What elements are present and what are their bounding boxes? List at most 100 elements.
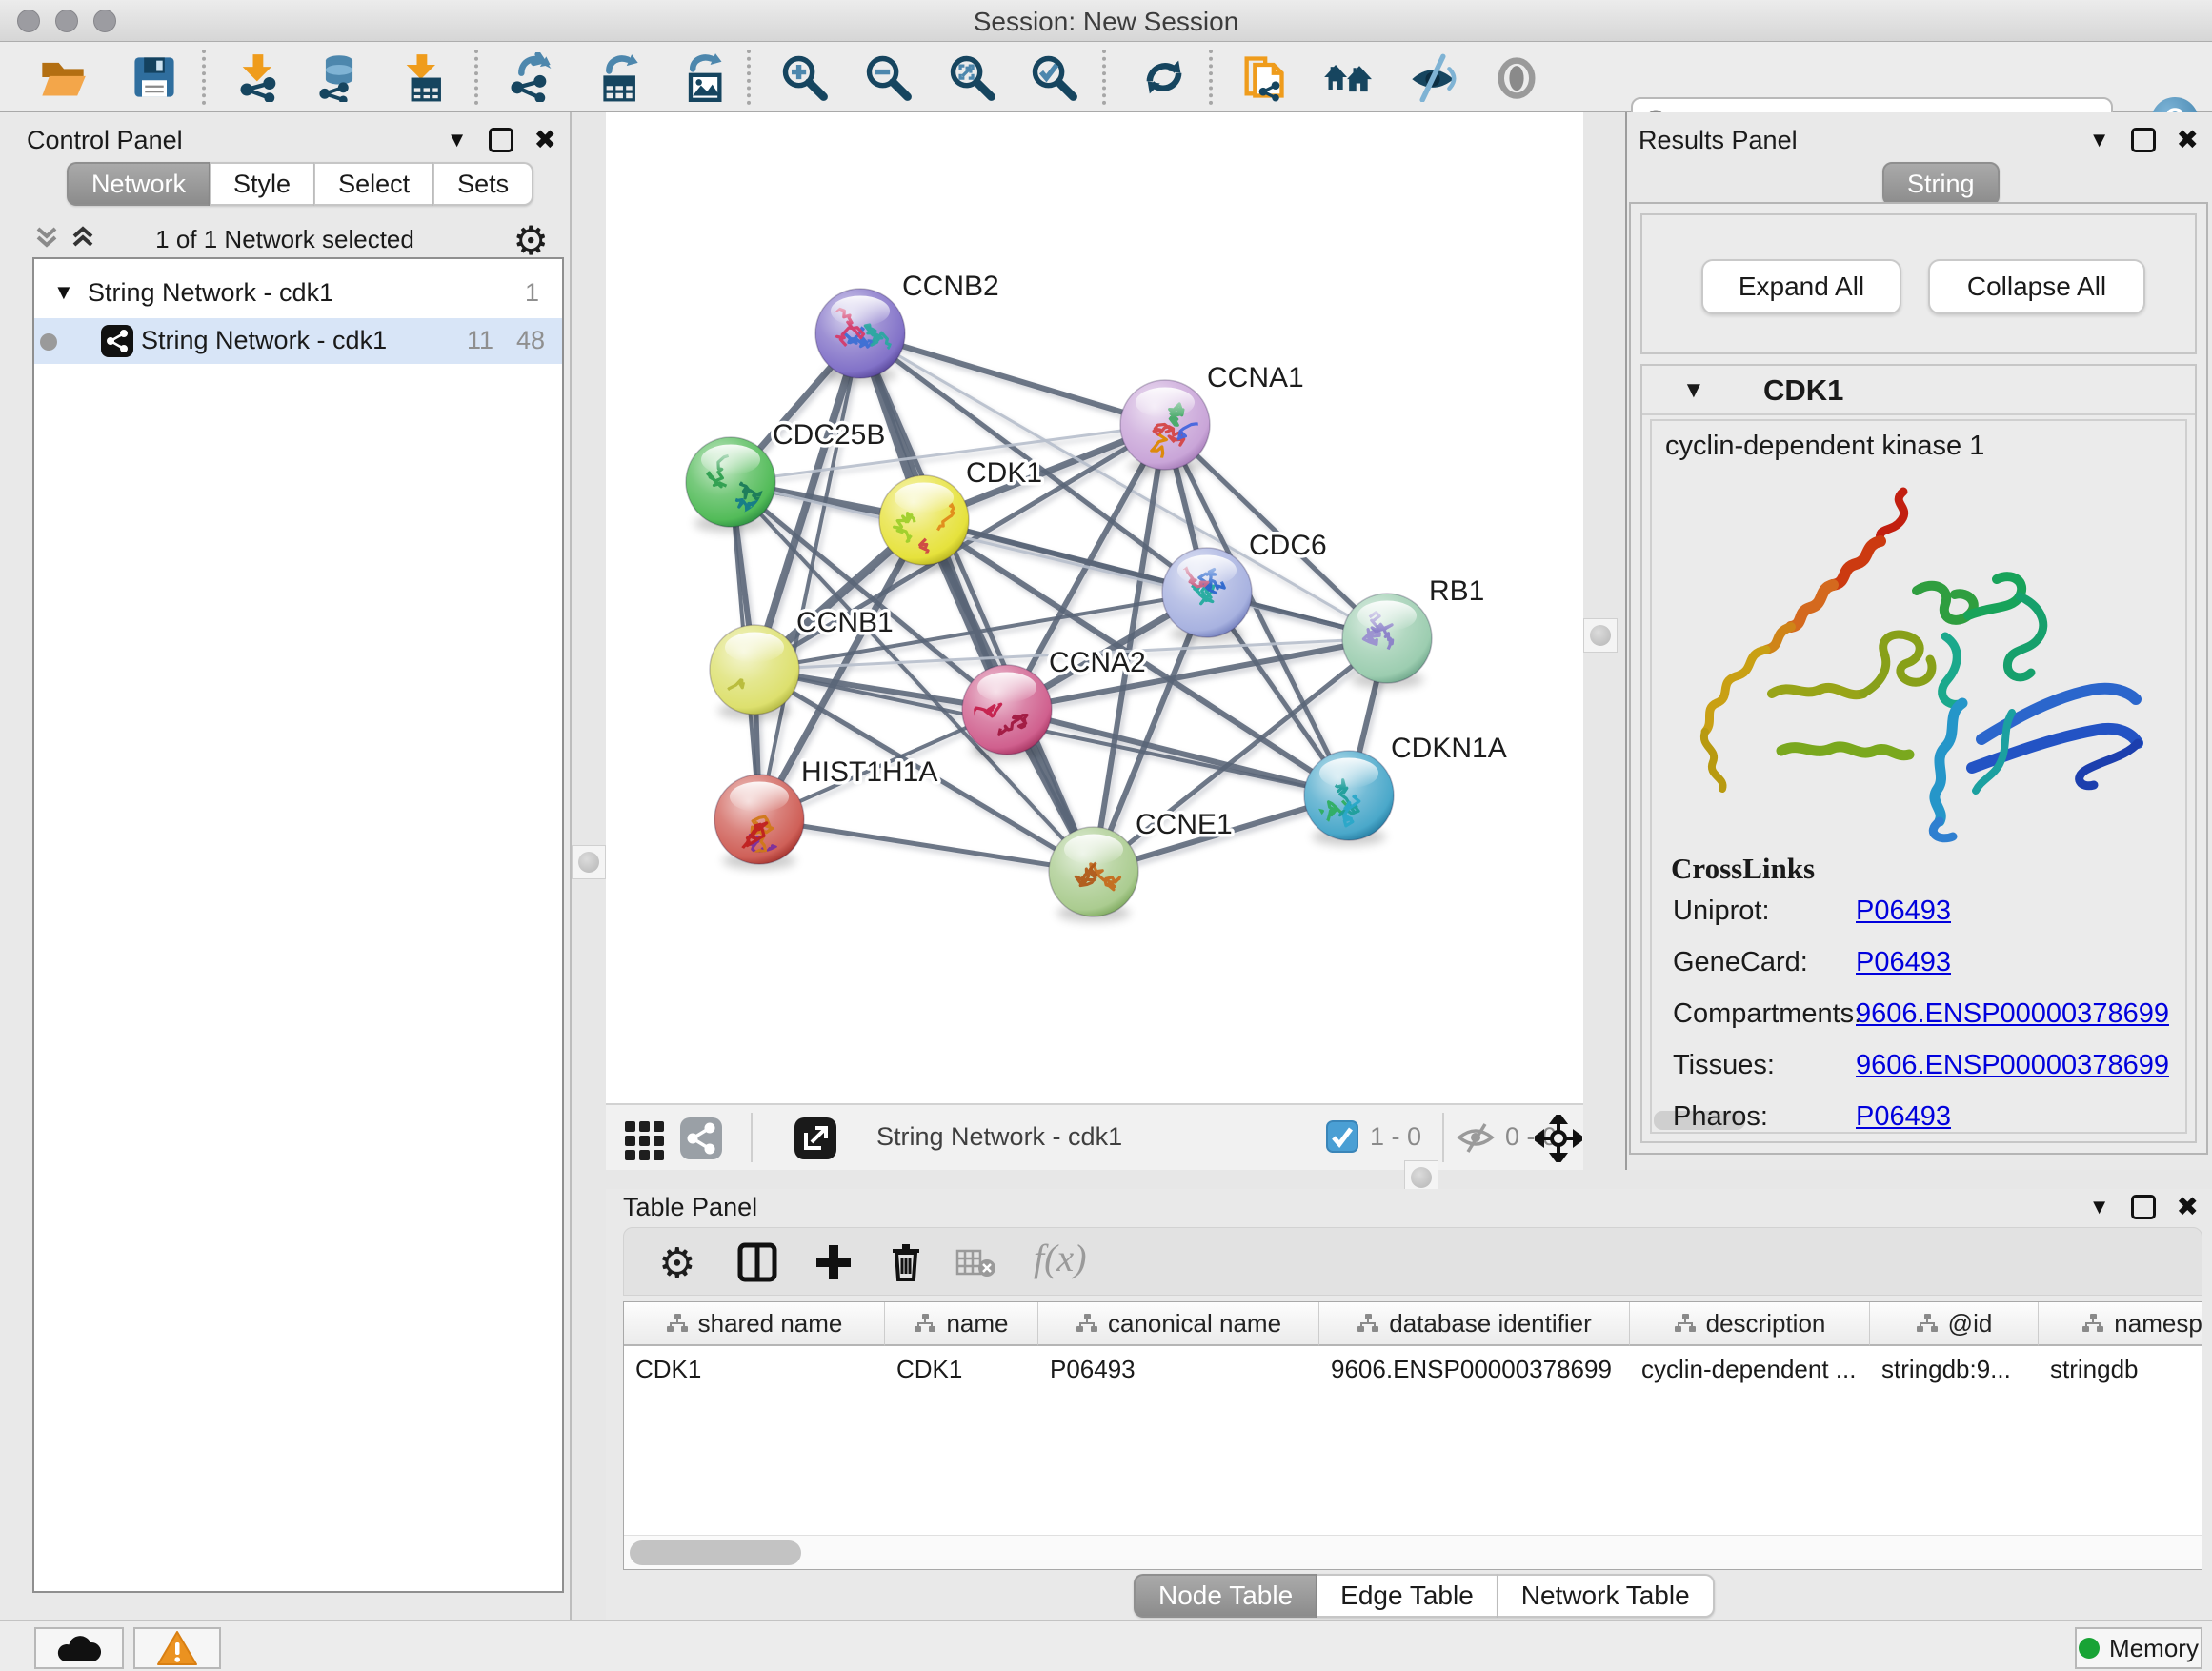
crosslink-label: Compartments: <box>1673 998 1861 1030</box>
column-header-shared-name[interactable]: shared name <box>624 1302 885 1346</box>
crosslink-link[interactable]: 9606.ENSP00000378699 <box>1856 1050 2169 1081</box>
network-view[interactable]: CCNB2CCNA1CDC25BCDK1CDC6RB1CCNB1CCNA2CDK… <box>606 112 1583 1170</box>
results-panel-title: Results Panel <box>1639 126 1798 155</box>
toolbar-separator <box>474 50 478 105</box>
table-cell[interactable]: CDK1 <box>885 1348 1038 1390</box>
control-panel-tabs: NetworkStyleSelectSets <box>67 162 533 206</box>
columns-icon[interactable] <box>734 1239 780 1290</box>
tab-sets[interactable]: Sets <box>433 162 533 206</box>
zoom-in-icon[interactable] <box>779 52 829 102</box>
toolbar-separator <box>1102 50 1106 105</box>
tab-edge-table[interactable]: Edge Table <box>1317 1574 1498 1618</box>
string-share-icon[interactable] <box>678 1116 724 1166</box>
open-external-icon[interactable] <box>793 1116 838 1166</box>
add-icon[interactable] <box>811 1239 856 1290</box>
results-panel: Results Panel ▼ ✖ String Expand All Coll… <box>1625 112 2212 1183</box>
export-table-icon[interactable] <box>593 52 642 102</box>
gear-icon[interactable]: ⚙ <box>658 1239 695 1288</box>
export-network-icon[interactable] <box>505 52 554 102</box>
float-panel-icon[interactable] <box>489 128 513 152</box>
crosslink-link[interactable]: P06493 <box>1856 896 1951 927</box>
table-cell[interactable]: P06493 <box>1038 1348 1319 1390</box>
tab-style[interactable]: Style <box>210 162 314 206</box>
table-menu-icon[interactable]: ▼ <box>2089 1195 2110 1219</box>
column-header-database-identifier[interactable]: database identifier <box>1319 1302 1630 1346</box>
import-table-icon[interactable] <box>398 52 448 102</box>
table-hscrollbar-thumb[interactable] <box>630 1540 801 1565</box>
current-network-dot <box>40 333 57 351</box>
zoom-out-icon[interactable] <box>863 52 913 102</box>
table-cell[interactable]: 9606.ENSP00000378699 <box>1319 1348 1630 1390</box>
expand-all-button[interactable]: Expand All <box>1701 259 1901 314</box>
column-header-namespace[interactable]: namespace <box>2039 1302 2202 1346</box>
export-image-icon[interactable] <box>678 52 728 102</box>
network-graph[interactable]: CCNB2CCNA1CDC25BCDK1CDC6RB1CCNB1CCNA2CDK… <box>606 112 1583 1103</box>
crosslink-link[interactable]: 9606.ENSP00000378699 <box>1856 998 2169 1030</box>
network-collection-row[interactable]: ▼ String Network - cdk1 1 <box>34 271 562 316</box>
open-folder-icon[interactable] <box>38 52 88 102</box>
table-cell[interactable]: stringdb:9... <box>1870 1348 2039 1390</box>
protein-structure-image <box>1677 465 2172 851</box>
warnings-button[interactable] <box>133 1627 221 1669</box>
protein-header[interactable]: ▼ CDK1 <box>1642 366 2195 415</box>
cloud-button[interactable] <box>34 1627 124 1669</box>
zoom-fit-icon[interactable] <box>947 52 996 102</box>
results-close-icon[interactable]: ✖ <box>2177 124 2199 155</box>
column-header-@id[interactable]: @id <box>1870 1302 2039 1346</box>
table-cell[interactable]: stringdb <box>2039 1348 2202 1390</box>
clone-network-icon[interactable] <box>1238 52 1288 102</box>
column-header-canonical-name[interactable]: canonical name <box>1038 1302 1319 1346</box>
zoom-selected-icon[interactable] <box>1029 52 1078 102</box>
refresh-icon[interactable] <box>1139 52 1189 102</box>
window-title: Session: New Session <box>0 7 2212 37</box>
node-label-cdk1: CDK1 <box>966 457 1042 489</box>
save-icon[interactable] <box>130 52 179 102</box>
protein-expand-icon[interactable]: ▼ <box>1682 377 1705 404</box>
column-header-description[interactable]: description <box>1630 1302 1870 1346</box>
table-float-icon[interactable] <box>2131 1195 2156 1219</box>
tab-string[interactable]: String <box>1882 162 2000 206</box>
table-cell[interactable]: CDK1 <box>624 1348 885 1390</box>
results-float-icon[interactable] <box>2131 128 2156 152</box>
panel-menu-icon[interactable]: ▼ <box>447 128 468 152</box>
import-network-icon[interactable] <box>234 52 284 102</box>
network-canvas[interactable]: CCNB2CCNA1CDC25BCDK1CDC6RB1CCNB1CCNA2CDK… <box>606 112 1583 1103</box>
close-panel-icon[interactable]: ✖ <box>534 124 556 155</box>
memory-button[interactable]: Memory <box>2075 1627 2202 1669</box>
tab-select[interactable]: Select <box>314 162 433 206</box>
node-label-cdkn1a: CDKN1A <box>1391 733 1507 764</box>
left-splitter-handle[interactable] <box>572 845 606 879</box>
collapse-all-button[interactable]: Collapse All <box>1928 259 2145 314</box>
column-header-name[interactable]: name <box>885 1302 1038 1346</box>
right-splitter[interactable] <box>1583 112 1625 1183</box>
selected-checkbox-icon[interactable] <box>1326 1120 1358 1158</box>
table-panel: Table Panel ▼ ✖ ⚙ f(x) shared namenameca… <box>606 1189 2212 1620</box>
delete-icon[interactable] <box>883 1239 929 1290</box>
birdseye-grid-icon[interactable] <box>621 1116 667 1166</box>
tab-node-table[interactable]: Node Table <box>1134 1574 1317 1618</box>
tab-network[interactable]: Network <box>67 162 210 206</box>
hide-icon[interactable] <box>1408 52 1458 102</box>
protein-name: CDK1 <box>1763 373 1843 408</box>
collection-expand-icon[interactable]: ▼ <box>53 280 74 305</box>
main-toolbar: ? <box>0 42 2212 112</box>
control-panel: Control Panel ▼ ✖ NetworkStyleSelectSets… <box>0 112 570 1620</box>
right-splitter-handle[interactable] <box>1583 618 1618 653</box>
crosslink-link[interactable]: P06493 <box>1856 1101 1951 1133</box>
tab-network-table[interactable]: Network Table <box>1498 1574 1715 1618</box>
table-cell[interactable]: cyclin-dependent ... <box>1630 1348 1870 1390</box>
table-close-icon[interactable]: ✖ <box>2177 1191 2199 1222</box>
table-hscrollbar[interactable] <box>624 1535 2202 1569</box>
left-splitter[interactable] <box>570 112 606 1620</box>
table-panel-title: Table Panel <box>623 1193 757 1222</box>
node-label-cdc25b: CDC25B <box>773 419 885 451</box>
results-menu-icon[interactable]: ▼ <box>2089 128 2110 152</box>
homes-icon[interactable] <box>1322 52 1372 102</box>
horizontal-splitter[interactable] <box>606 1170 2212 1189</box>
show-icon[interactable] <box>1492 52 1541 102</box>
network-row-selected[interactable]: String Network - cdk1 11 48 <box>34 318 562 364</box>
move-crosshair-icon[interactable] <box>1535 1115 1582 1167</box>
crosslink-link[interactable]: P06493 <box>1856 947 1951 978</box>
import-database-icon[interactable] <box>314 52 364 102</box>
table-toolbar: ⚙ f(x) <box>623 1227 2202 1296</box>
